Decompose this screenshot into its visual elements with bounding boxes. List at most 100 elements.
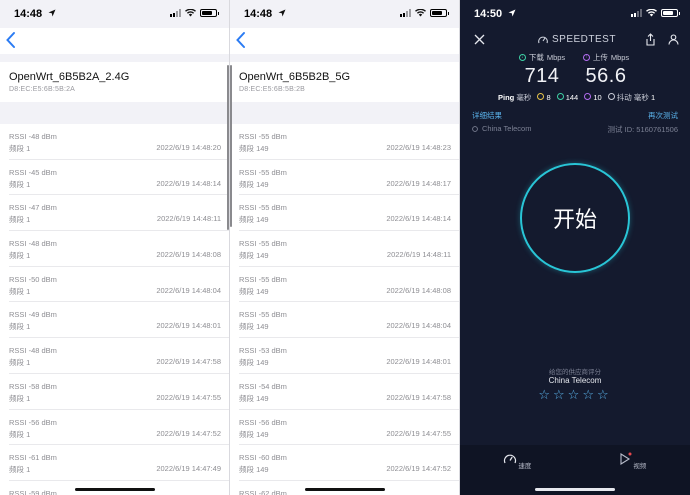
- band-label: 频段 149: [239, 322, 269, 332]
- cellular-signal-icon: [631, 9, 642, 17]
- upload-label: 上传: [592, 53, 608, 62]
- isp-icon: [472, 126, 478, 132]
- wifi-icon: [415, 9, 426, 17]
- band-label: 频段 1: [9, 429, 31, 439]
- list-item[interactable]: RSSI -47 dBm 频段 1 2022/6/19 14:48:11: [9, 195, 229, 232]
- list-item[interactable]: RSSI -48 dBm 频段 1 2022/6/19 14:48:20: [9, 124, 229, 160]
- speedtest-panel: 14:50 SPEEDTEST ↓ 下载 Mbps 714 ↑ 上传 Mbps …: [460, 0, 690, 495]
- download-label: 下载: [528, 53, 544, 62]
- list-item[interactable]: RSSI -55 dBm 频段 149 2022/6/19 14:48:08: [239, 267, 459, 303]
- timestamp: 2022/6/19 14:48:04: [156, 285, 221, 295]
- network-header: OpenWrt_6B5B2B_5G D8:EC:E5:6B:5B:2B: [230, 62, 459, 102]
- jitter-label: 抖动: [616, 93, 632, 102]
- band-label: 频段 1: [9, 251, 31, 261]
- timestamp: 2022/6/19 14:48:14: [156, 178, 221, 188]
- rssi-value: RSSI -55 dBm: [239, 132, 287, 141]
- rssi-history-list[interactable]: RSSI -48 dBm 频段 1 2022/6/19 14:48:20 RSSI -…: [0, 124, 229, 495]
- ping-unit: 毫秒: [516, 93, 532, 102]
- home-indicator: [535, 488, 615, 491]
- network-header: OpenWrt_6B5B2A_2.4G D8:EC:E5:6B:5B:2A: [0, 62, 229, 102]
- list-item[interactable]: RSSI -58 dBm 频段 1 2022/6/19 14:47:55: [9, 374, 229, 410]
- ping-label: Ping: [498, 93, 515, 102]
- list-item[interactable]: RSSI -48 dBm 频段 1 2022/6/19 14:47:58: [9, 338, 229, 374]
- list-item[interactable]: RSSI -45 dBm 频段 1 2022/6/19 14:48:14: [9, 160, 229, 196]
- list-item[interactable]: RSSI -55 dBm 频段 149 2022/6/19 14:48:17: [239, 160, 459, 196]
- rssi-value: RSSI -54 dBm: [239, 381, 287, 391]
- rssi-value: RSSI -55 dBm: [239, 274, 287, 284]
- list-item[interactable]: RSSI -55 dBm 频段 149 2022/6/19 14:48:11: [239, 231, 459, 267]
- list-item[interactable]: RSSI -48 dBm 频段 1 2022/6/19 14:48:08: [9, 231, 229, 267]
- ping-upload-icon: [584, 93, 592, 100]
- list-item[interactable]: RSSI -55 dBm 频段 149 2022/6/19 14:48:04: [239, 302, 459, 339]
- ping-download-icon: [556, 93, 564, 100]
- list-item[interactable]: RSSI -61 dBm 频段 1 2022/6/19 14:47:49: [9, 445, 229, 481]
- rssi-value: RSSI -56 dBm: [9, 417, 57, 427]
- timestamp: 2022/6/19 14:47:55: [386, 428, 451, 438]
- timestamp: 2022/6/19 14:48:23: [386, 143, 451, 152]
- rate-provider-name: China Telecom: [548, 376, 602, 385]
- list-item[interactable]: RSSI -49 dBm 频段 1 2022/6/19 14:48:01: [9, 302, 229, 339]
- timestamp: 2022/6/19 14:48:11: [156, 214, 221, 224]
- download-unit: Mbps: [546, 53, 566, 62]
- back-chevron-icon[interactable]: [234, 30, 248, 50]
- details-link[interactable]: 详细结果: [472, 111, 502, 120]
- timestamp: 2022/6/19 14:48:04: [386, 321, 451, 331]
- rssi-value: RSSI -62 dBm: [239, 488, 287, 495]
- rssi-value: RSSI -56 dBm: [239, 417, 287, 427]
- ping-upload-value: 10: [593, 93, 602, 102]
- jitter-value: 1: [650, 93, 656, 102]
- rating-stars[interactable]: ☆☆☆☆☆: [460, 387, 690, 403]
- tab-speed-label: 速度: [518, 463, 532, 470]
- list-item[interactable]: RSSI -55 dBm 频段 149 2022/6/19 14:48:14: [239, 195, 459, 232]
- timestamp: 2022/6/19 14:48:08: [156, 250, 221, 260]
- rssi-value: RSSI -48 dBm: [9, 132, 57, 141]
- rssi-history-list[interactable]: RSSI -55 dBm 频段 149 2022/6/19 14:48:23 RSSI…: [230, 124, 459, 495]
- close-icon[interactable]: [474, 34, 485, 45]
- status-bar: 14:50: [460, 0, 690, 28]
- tab-speed[interactable]: 速度: [497, 452, 537, 470]
- status-time: 14:48: [244, 8, 273, 20]
- back-chevron-icon[interactable]: [4, 30, 18, 50]
- band-label: 频段 1: [9, 393, 31, 403]
- timestamp: 2022/6/19 14:48:17: [386, 178, 451, 188]
- scrollbar[interactable]: [230, 65, 232, 227]
- list-item[interactable]: RSSI -56 dBm 频段 149 2022/6/19 14:47:55: [239, 410, 459, 446]
- status-time: 14:50: [474, 8, 503, 20]
- status-bar: 14:48: [0, 0, 229, 28]
- start-test-button[interactable]: 开始: [520, 163, 630, 273]
- band-label: 频段 149: [239, 251, 269, 261]
- list-item[interactable]: RSSI -53 dBm 频段 149 2022/6/19 14:48:01: [239, 338, 459, 374]
- bssid-label: D8:EC:E5:6B:5B:2A: [9, 86, 76, 93]
- location-arrow-icon: [508, 9, 516, 17]
- ssid-title: OpenWrt_6B5B2B_5G: [239, 71, 351, 83]
- brand-name: SPEEDTEST: [552, 34, 616, 45]
- isp-row: China Telecom 测试 ID: 5160761506: [472, 124, 678, 134]
- rssi-value: RSSI -49 dBm: [9, 310, 57, 320]
- list-item[interactable]: RSSI -56 dBm 频段 1 2022/6/19 14:47:52: [9, 410, 229, 446]
- ping-idle-icon: [537, 93, 545, 100]
- nav-bar: [0, 28, 229, 54]
- status-bar: 14:48: [230, 0, 459, 28]
- speedometer-icon: [503, 454, 516, 464]
- rate-provider-prompt: 给您的供应商评分: [549, 369, 601, 376]
- list-item[interactable]: RSSI -54 dBm 频段 149 2022/6/19 14:47:58: [239, 374, 459, 410]
- tab-video[interactable]: 视频: [612, 452, 652, 470]
- rssi-value: RSSI -55 dBm: [239, 203, 287, 213]
- rssi-value: RSSI -55 dBm: [239, 167, 287, 177]
- list-item[interactable]: RSSI -50 dBm 频段 1 2022/6/19 14:48:04: [9, 267, 229, 303]
- speedometer-icon: [538, 36, 548, 44]
- wifi-scan-panel-5g: 14:48 OpenWrt_6B5B2B_5G D8:EC:E5:6B:5B:2…: [230, 0, 459, 495]
- nav-bar: [230, 28, 459, 54]
- battery-icon: [200, 9, 219, 17]
- upload-unit: Mbps: [610, 53, 630, 62]
- play-icon: [620, 452, 632, 465]
- rssi-value: RSSI -53 dBm: [239, 346, 287, 356]
- share-icon[interactable]: [645, 33, 656, 46]
- profile-icon[interactable]: [668, 34, 679, 45]
- retest-link[interactable]: 再次测试: [648, 110, 678, 121]
- list-item[interactable]: RSSI -55 dBm 频段 149 2022/6/19 14:48:23: [239, 124, 459, 160]
- timestamp: 2022/6/19 14:47:52: [386, 464, 451, 474]
- upload-metric: ↑ 上传 Mbps 56.6: [576, 52, 636, 88]
- list-item[interactable]: RSSI -60 dBm 频段 149 2022/6/19 14:47:52: [239, 445, 459, 481]
- timestamp: 2022/6/19 14:47:52: [156, 428, 221, 438]
